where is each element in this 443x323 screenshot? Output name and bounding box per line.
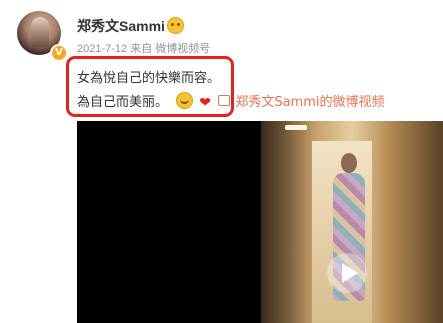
avatar-image (31, 17, 49, 47)
video-person-head (341, 153, 357, 173)
video-link-label: 郑秀文Sammi的微博视频 (235, 95, 385, 110)
post-meta: 2021-7-12 来自 微博视频号 (77, 43, 211, 55)
highlight-box (66, 56, 234, 117)
member-smiley-icon (167, 17, 184, 34)
video-player[interactable] (77, 121, 443, 323)
video-link[interactable]: 郑秀文Sammi的微博视频 (218, 95, 384, 110)
author-name[interactable]: 郑秀文Sammi (77, 16, 165, 36)
verified-badge-icon: V (50, 44, 68, 62)
play-icon[interactable] (327, 253, 367, 293)
video-ceiling-light (285, 125, 307, 130)
